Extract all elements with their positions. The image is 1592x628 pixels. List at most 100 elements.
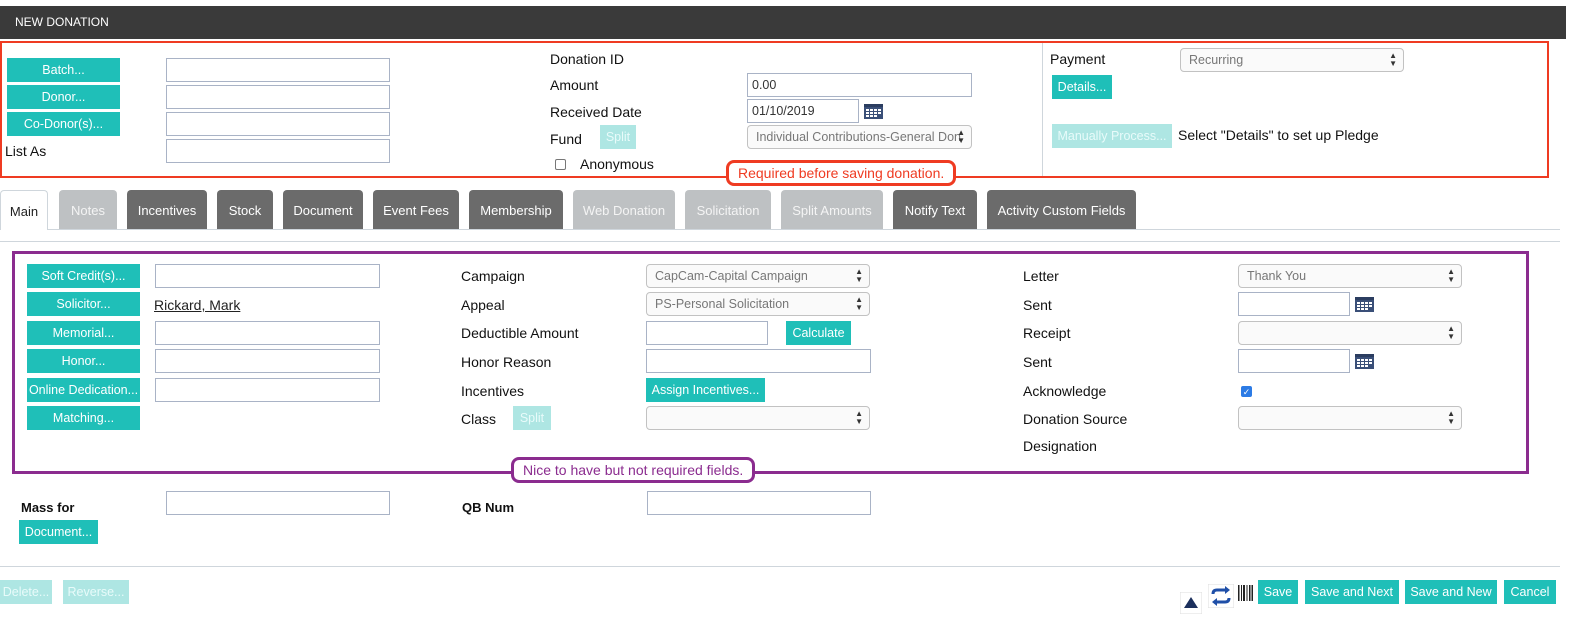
appeal-select-value: PS-Personal Solicitation: [655, 297, 790, 311]
deductible-amount-label: Deductible Amount: [461, 325, 579, 341]
honor-reason-input[interactable]: [646, 349, 871, 373]
campaign-select[interactable]: CapCam-Capital Campaign ▲ ▼: [646, 264, 870, 288]
codonor-button[interactable]: Co-Donor(s)...: [7, 112, 120, 136]
campaign-select-value: CapCam-Capital Campaign: [655, 269, 808, 283]
soft-credits-button[interactable]: Soft Credit(s)...: [27, 264, 140, 288]
select-arrows-icon: ▲ ▼: [1389, 51, 1397, 68]
fund-select[interactable]: Individual Contributions-General Don ▲ ▼: [747, 125, 972, 149]
tab-main[interactable]: Main: [0, 190, 48, 230]
tab-membership[interactable]: Membership: [469, 190, 563, 229]
honor-button[interactable]: Honor...: [27, 349, 140, 373]
receipt-sent-label: Sent: [1023, 354, 1052, 370]
incentives-label: Incentives: [461, 383, 525, 399]
honor-input[interactable]: [155, 349, 380, 373]
panel-top-border: [0, 241, 1560, 242]
receipt-select[interactable]: ▲ ▼: [1238, 321, 1462, 345]
window-title: NEW DONATION: [15, 15, 109, 29]
donor-input[interactable]: [166, 85, 390, 109]
batch-input[interactable]: [166, 58, 390, 82]
payment-label: Payment: [1050, 51, 1106, 67]
footer-divider: [0, 566, 1560, 567]
calendar-icon[interactable]: [863, 102, 884, 120]
select-arrows-icon: ▲ ▼: [855, 267, 863, 284]
document-button[interactable]: Document...: [19, 520, 98, 544]
solicitor-button[interactable]: Solicitor...: [27, 292, 140, 316]
fund-split-button[interactable]: Split: [600, 125, 636, 149]
acknowledge-label: Acknowledge: [1023, 383, 1107, 399]
tab-stock[interactable]: Stock: [217, 190, 273, 229]
received-date-label: Received Date: [550, 104, 642, 120]
online-dedication-button[interactable]: Online Dedication...: [27, 378, 140, 402]
deductible-amount-input[interactable]: [646, 321, 768, 345]
campaign-label: Campaign: [461, 268, 525, 284]
assign-incentives-button[interactable]: Assign Incentives...: [646, 378, 765, 402]
honor-reason-label: Honor Reason: [461, 354, 552, 370]
calendar-icon[interactable]: [1354, 295, 1375, 313]
calculate-button[interactable]: Calculate: [786, 321, 851, 345]
donation-source-label: Donation Source: [1023, 411, 1128, 427]
payment-select-value: Recurring: [1189, 53, 1244, 67]
receipt-sent-input[interactable]: [1238, 349, 1350, 373]
letter-sent-input[interactable]: [1238, 292, 1350, 316]
matching-button[interactable]: Matching...: [27, 406, 140, 430]
pledge-message: Select "Details" to set up Pledge: [1178, 127, 1379, 143]
tab-activity-custom-fields[interactable]: Activity Custom Fields: [987, 190, 1136, 229]
list-as-input[interactable]: [166, 139, 390, 163]
select-arrows-icon: ▲ ▼: [855, 409, 863, 426]
save-button[interactable]: Save: [1258, 580, 1298, 604]
delete-button[interactable]: Delete...: [0, 580, 52, 604]
class-split-button[interactable]: Split: [513, 406, 551, 430]
qb-num-input[interactable]: [647, 491, 871, 515]
save-and-new-button[interactable]: Save and New: [1405, 580, 1497, 604]
memorial-button[interactable]: Memorial...: [27, 321, 140, 345]
reverse-button[interactable]: Reverse...: [63, 580, 129, 604]
payment-details-button[interactable]: Details...: [1052, 75, 1112, 99]
manually-process-button[interactable]: Manually Process...: [1052, 124, 1172, 148]
tab-incentives[interactable]: Incentives: [127, 190, 207, 229]
tab-notes[interactable]: Notes: [59, 190, 117, 229]
tab-document[interactable]: Document: [283, 190, 363, 229]
letter-select[interactable]: Thank You ▲ ▼: [1238, 264, 1462, 288]
optional-callout: Nice to have but not required fields.: [511, 457, 756, 483]
tab-notify-text[interactable]: Notify Text: [893, 190, 977, 229]
acknowledge-checkbox[interactable]: ✓: [1241, 386, 1252, 397]
donation-source-select[interactable]: ▲ ▼: [1238, 406, 1462, 430]
select-arrows-icon: ▲ ▼: [1447, 267, 1455, 284]
fund-label: Fund: [550, 131, 582, 147]
list-as-label: List As: [5, 143, 47, 159]
fund-select-value: Individual Contributions-General Don: [756, 130, 961, 144]
scroll-top-icon[interactable]: [1180, 592, 1202, 614]
refresh-icon[interactable]: [1208, 584, 1234, 608]
select-arrows-icon: ▲ ▼: [1447, 324, 1455, 341]
payment-select[interactable]: Recurring ▲ ▼: [1180, 48, 1404, 72]
anonymous-checkbox[interactable]: [555, 159, 566, 170]
donor-button[interactable]: Donor...: [7, 85, 120, 109]
tab-web-donation[interactable]: Web Donation: [573, 190, 675, 229]
letter-label: Letter: [1023, 268, 1059, 284]
solicitor-link[interactable]: Rickard, Mark: [154, 297, 240, 313]
amount-input[interactable]: 0.00: [747, 73, 972, 97]
tab-event-fees[interactable]: Event Fees: [373, 190, 459, 229]
section-divider: [1042, 43, 1043, 176]
batch-button[interactable]: Batch...: [7, 58, 120, 82]
letter-select-value: Thank You: [1247, 269, 1307, 283]
received-date-input[interactable]: 01/10/2019: [747, 99, 859, 123]
save-and-next-button[interactable]: Save and Next: [1305, 580, 1399, 604]
page-right-margin: [1566, 0, 1592, 628]
appeal-select[interactable]: PS-Personal Solicitation ▲ ▼: [646, 292, 870, 316]
cancel-button[interactable]: Cancel: [1504, 580, 1556, 604]
tab-split-amounts[interactable]: Split Amounts: [781, 190, 883, 229]
codonor-input[interactable]: [166, 112, 390, 136]
online-dedication-input[interactable]: [155, 378, 380, 402]
calendar-icon[interactable]: [1354, 352, 1375, 370]
soft-credits-input[interactable]: [155, 264, 380, 288]
class-select[interactable]: ▲ ▼: [646, 406, 870, 430]
class-label: Class: [461, 411, 497, 427]
required-callout: Required before saving donation.: [726, 160, 957, 186]
memorial-input[interactable]: [155, 321, 380, 345]
barcode-icon[interactable]: [1238, 585, 1253, 601]
tab-solicitation[interactable]: Solicitation: [685, 190, 771, 229]
appeal-label: Appeal: [461, 297, 505, 313]
designation-label: Designation: [1023, 438, 1097, 454]
mass-for-input[interactable]: [166, 491, 390, 515]
